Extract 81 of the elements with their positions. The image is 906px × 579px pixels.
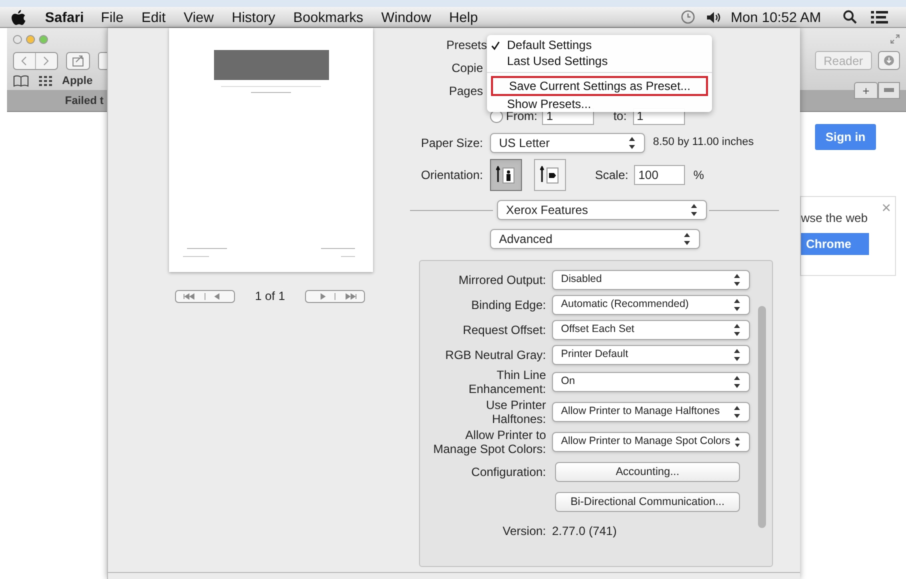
book-icon[interactable] (13, 75, 29, 88)
updown-arrows-icon (734, 435, 741, 449)
field-label: Orientation: (420, 168, 483, 182)
first-previous-page-buttons-icon[interactable] (175, 290, 235, 302)
dropdown[interactable]: Printer Default (552, 344, 750, 364)
field-label: Paper Size: (420, 136, 483, 150)
field-label: Allow Printer to Manage Spot Colors: (432, 428, 546, 456)
app-menu[interactable]: Safari (45, 6, 84, 28)
search-icon[interactable] (843, 10, 857, 24)
field-label: RGB Neutral Gray: (445, 348, 546, 362)
dropdown[interactable]: Automatic (Recommended) (552, 294, 750, 314)
field-label: Presets (446, 38, 487, 52)
scale-field[interactable]: 100 (634, 165, 686, 185)
menu-item[interactable]: History (232, 6, 276, 28)
clock-icon[interactable] (680, 10, 695, 24)
dropdown[interactable]: Offset Each Set (552, 320, 750, 340)
paper-dimensions: 8.50 by 11.00 inches (653, 135, 754, 150)
sign-in-button[interactable]: Sign in (815, 124, 876, 150)
back-forward-buttons-icon[interactable] (13, 52, 58, 70)
field-label: Thin Line Enhancement: (468, 368, 546, 396)
version-value: 2.77.0 (741) (552, 523, 617, 540)
list-icon[interactable] (871, 10, 888, 24)
field-label: Pages (448, 84, 483, 98)
button[interactable]: Accounting... (555, 462, 740, 482)
menu-item[interactable]: File (100, 6, 124, 28)
address-field[interactable] (98, 52, 108, 70)
features-dropdown[interactable]: Xerox Features (497, 200, 707, 220)
landscape-button[interactable] (534, 159, 566, 191)
fullscreen-icon[interactable] (890, 34, 900, 44)
scrollbar-thumb[interactable] (758, 306, 766, 528)
field-label: Mirrored Output: (458, 272, 546, 286)
updown-arrows-icon (628, 136, 636, 150)
dropdown[interactable]: Allow Printer to Manage Spot Colors (552, 432, 750, 452)
field-label: Version: (502, 524, 546, 538)
tab-overview-icon[interactable] (878, 82, 900, 99)
updown-arrows-icon (733, 375, 741, 389)
dropdown[interactable]: Allow Printer to Manage Halftones (552, 402, 750, 422)
promo-text: wse the web (801, 210, 869, 227)
paper-size-dropdown[interactable]: US Letter (490, 132, 645, 152)
updown-arrows-icon (733, 322, 741, 336)
panel-dropdown[interactable]: Advanced (490, 229, 700, 249)
dropdown[interactable]: Disabled (552, 270, 750, 290)
dropdown[interactable]: On (552, 372, 750, 392)
menu-item[interactable]: Bookmarks (293, 6, 364, 28)
menu-item[interactable]: Edit (141, 6, 166, 28)
field-label: Use Printer Halftones: (484, 398, 546, 426)
portrait-button[interactable] (490, 159, 522, 191)
menu-item[interactable]: Help (449, 6, 478, 28)
apple-logo-icon[interactable] (11, 8, 26, 26)
field-label: Copie (452, 61, 483, 75)
menu-item[interactable]: Last Used Settings (491, 53, 708, 69)
bookmark-link[interactable]: Apple (62, 73, 93, 90)
updown-arrows-icon (733, 272, 741, 286)
updown-arrows-icon (690, 203, 698, 217)
button[interactable]: Bi-Directional Communication... (555, 492, 740, 512)
install-button[interactable]: Chrome (801, 233, 869, 255)
download-icon[interactable] (878, 51, 900, 70)
field-label: Binding Edge: (471, 298, 546, 312)
updown-arrows-icon (733, 405, 741, 419)
grid-icon[interactable] (39, 76, 52, 86)
updown-arrows-icon (733, 348, 741, 362)
share-icon[interactable] (66, 52, 90, 70)
next-last-page-buttons-icon[interactable] (305, 290, 366, 302)
field-label: Request Offset: (462, 322, 546, 336)
checkmark-icon (491, 40, 500, 50)
page-counter: 1 of 1 (255, 288, 286, 305)
portrait-figure-icon (496, 166, 516, 184)
field-label: Configuration: (471, 465, 546, 479)
field-label: Scale: (595, 167, 628, 184)
menu-item[interactable]: Save Current Settings as Preset... (491, 76, 708, 96)
speaker-icon[interactable] (706, 10, 721, 24)
percent-sign: % (693, 167, 704, 184)
updown-arrows-icon (733, 298, 741, 312)
menu-item[interactable]: Default Settings (491, 37, 708, 53)
clock[interactable]: Mon 10:52 AM (730, 6, 821, 28)
updown-arrows-icon (683, 232, 691, 246)
new-tab-button[interactable]: + (854, 82, 878, 99)
tab[interactable]: Failed t (65, 93, 104, 110)
landscape-figure-icon (540, 166, 560, 184)
menu-item[interactable]: Window (381, 6, 432, 28)
menu-item[interactable]: View (184, 6, 214, 28)
